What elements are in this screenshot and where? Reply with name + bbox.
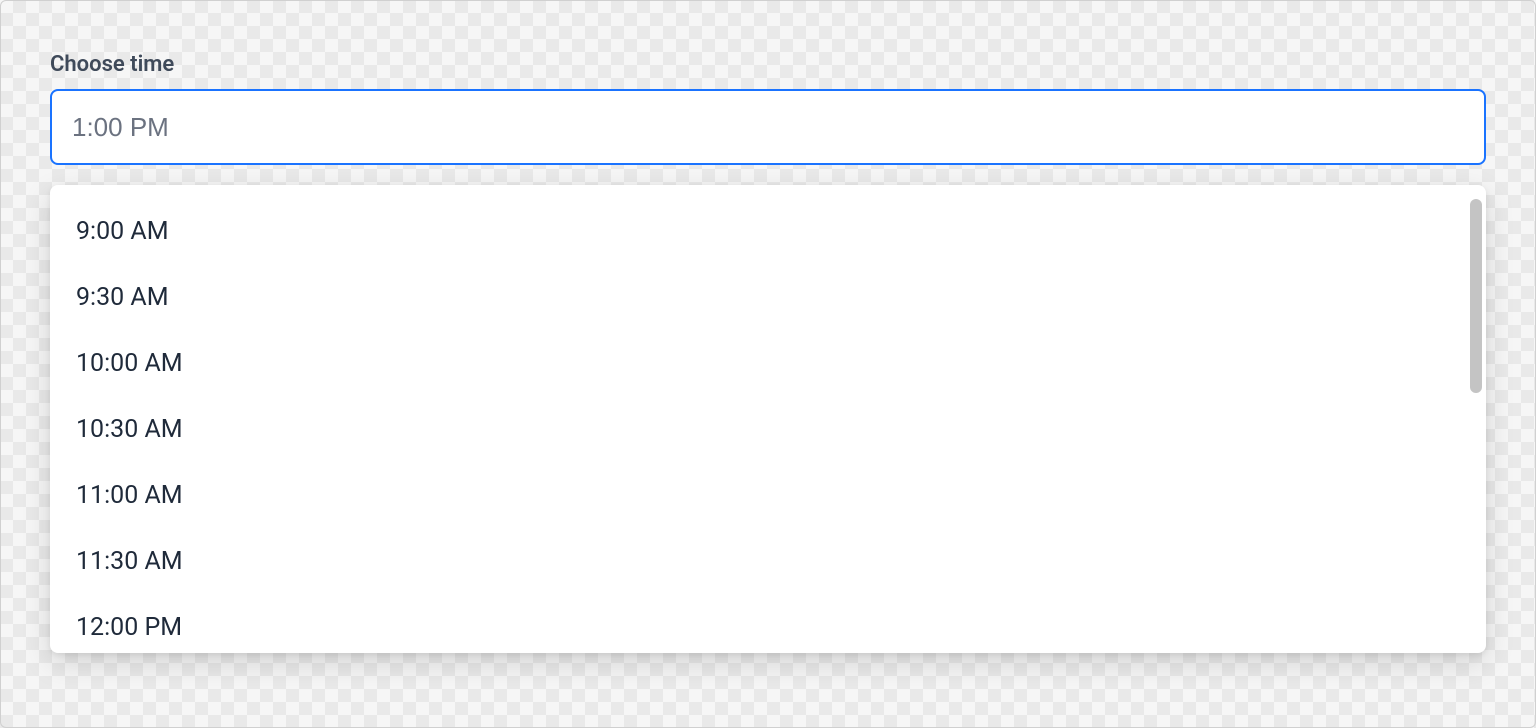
dropdown-scrollbar[interactable] [1470, 195, 1482, 643]
time-option[interactable]: 11:30 AM [50, 529, 1486, 595]
time-option[interactable]: 9:00 AM [50, 199, 1486, 265]
time-option[interactable]: 11:00 AM [50, 463, 1486, 529]
time-dropdown: 9:00 AM 9:30 AM 10:00 AM 10:30 AM 11:00 … [50, 185, 1486, 653]
time-picker: Choose time 9:00 AM 9:30 AM 10:00 AM 10:… [50, 52, 1486, 165]
time-picker-label: Choose time [50, 52, 1486, 77]
time-option[interactable]: 9:30 AM [50, 265, 1486, 331]
time-option[interactable]: 12:00 PM [50, 595, 1486, 653]
dropdown-scrollbar-thumb[interactable] [1470, 199, 1482, 393]
time-input[interactable] [50, 89, 1486, 165]
time-option[interactable]: 10:00 AM [50, 331, 1486, 397]
time-dropdown-list: 9:00 AM 9:30 AM 10:00 AM 10:30 AM 11:00 … [50, 185, 1486, 653]
time-option[interactable]: 10:30 AM [50, 397, 1486, 463]
